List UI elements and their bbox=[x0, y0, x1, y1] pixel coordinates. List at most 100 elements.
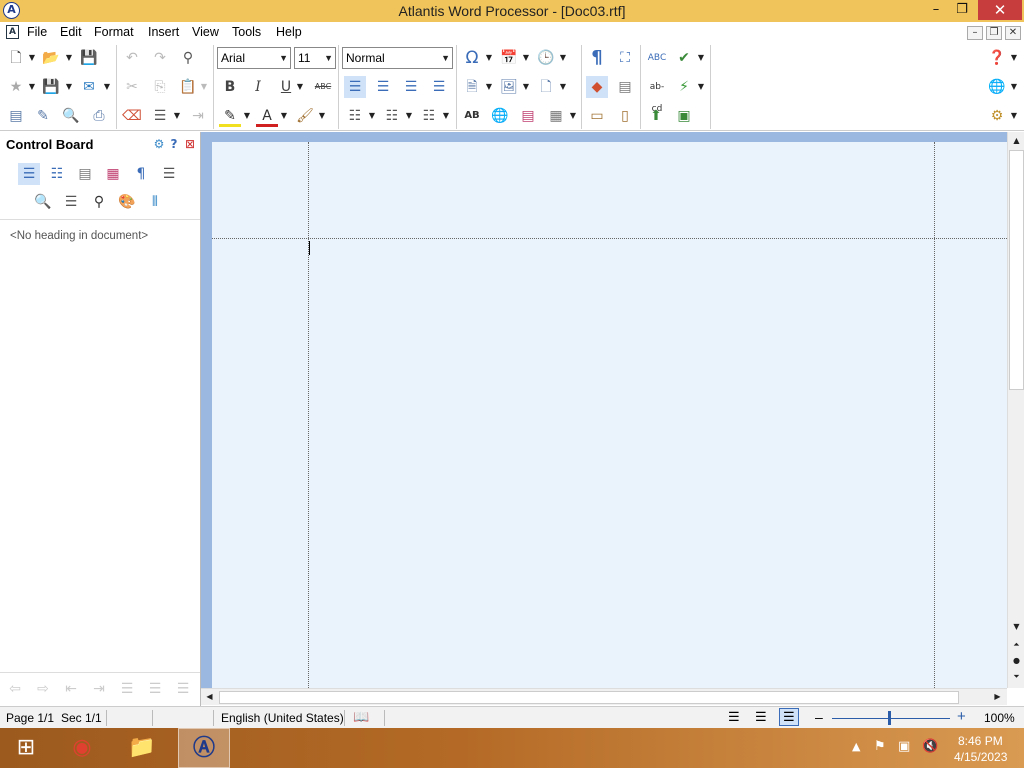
normal-view-icon[interactable]: ☰ bbox=[728, 709, 740, 725]
insert-page-icon[interactable]: 🗋 bbox=[535, 76, 557, 98]
underline-button[interactable]: U bbox=[275, 76, 297, 98]
zoom-slider-thumb[interactable] bbox=[888, 711, 891, 725]
insert-symbol-button[interactable]: Ω bbox=[461, 47, 483, 69]
indent-icon[interactable]: ⇥ bbox=[187, 105, 209, 127]
web-update-icon[interactable]: 🌐 bbox=[986, 76, 1008, 98]
multilevel-list-dropdown-icon[interactable]: ▼ bbox=[442, 105, 450, 127]
promote-heading-icon[interactable]: ⇤ bbox=[60, 678, 82, 700]
menu-edit[interactable]: Edit bbox=[60, 25, 82, 39]
underline-dropdown-icon[interactable]: ▼ bbox=[296, 76, 304, 98]
mdi-restore-button[interactable]: ❐ bbox=[986, 26, 1002, 40]
email-dropdown-icon[interactable]: ▼ bbox=[103, 76, 111, 98]
minimize-button[interactable]: – bbox=[924, 0, 948, 20]
zoom-document-icon[interactable]: 🔍 bbox=[60, 105, 82, 127]
action-center-flag-icon[interactable]: ⚑ bbox=[874, 739, 886, 754]
insert-time-icon[interactable]: 🕒 bbox=[535, 47, 557, 69]
print-icon[interactable]: ⎙ bbox=[88, 105, 110, 127]
bullet-list-dropdown-icon[interactable]: ▼ bbox=[368, 105, 376, 127]
horizontal-scrollbar[interactable]: ◀ ▶ bbox=[201, 688, 1007, 705]
language-indicator[interactable]: English (United States) bbox=[221, 711, 344, 725]
insert-page-dropdown-icon[interactable]: ▼ bbox=[559, 76, 567, 98]
multilevel-list-icon[interactable]: ☷ bbox=[418, 105, 440, 127]
page-view-icon[interactable]: ☰ bbox=[779, 708, 799, 726]
insert-table-dropdown-icon[interactable]: ▼ bbox=[569, 105, 577, 127]
align-center-icon[interactable]: ☰ bbox=[372, 76, 394, 98]
clipboard-items-icon[interactable]: ⫴ bbox=[144, 191, 166, 213]
favorites-star-icon[interactable]: ★ bbox=[5, 76, 27, 98]
insert-table-icon[interactable]: ▦ bbox=[545, 105, 567, 127]
format-painter-icon[interactable]: 🖌 bbox=[294, 105, 316, 127]
atlantis-taskbar-icon[interactable]: Ⓐ bbox=[178, 728, 230, 768]
bookmarks-list-icon[interactable]: ▦ bbox=[102, 163, 124, 185]
start-windows-icon[interactable]: ⊞ bbox=[0, 728, 52, 768]
format-painter-dropdown-icon[interactable]: ▼ bbox=[318, 105, 326, 127]
new-document-icon[interactable]: 🗋 bbox=[5, 47, 27, 69]
menu-help[interactable]: Help bbox=[276, 25, 302, 39]
style-combo[interactable]: Normal ▼ bbox=[342, 47, 453, 69]
options-gear-icon[interactable]: ⚙ bbox=[986, 105, 1008, 127]
network-icon[interactable]: ▣ bbox=[898, 739, 910, 754]
draft-view-icon[interactable]: ▤ bbox=[614, 76, 636, 98]
zoom-in-button[interactable]: + bbox=[957, 708, 966, 725]
export-ebook-icon[interactable]: ⬆ bbox=[645, 105, 667, 127]
insert-file-dropdown-icon[interactable]: ▼ bbox=[485, 76, 493, 98]
autocorrect-dropdown-icon[interactable]: ▼ bbox=[697, 47, 705, 69]
print-preview-icon[interactable]: ▤ bbox=[5, 105, 27, 127]
find-magnifier-icon[interactable]: 🔍 bbox=[32, 191, 54, 213]
insert-bookmark-icon[interactable]: ▤ bbox=[517, 105, 539, 127]
favorites-dropdown-icon[interactable]: ▼ bbox=[28, 76, 36, 98]
save-icon[interactable]: 💾 bbox=[78, 47, 100, 69]
chrome-browser-icon[interactable]: ◉ bbox=[56, 728, 108, 768]
show-hidden-icons-icon[interactable]: ▲ bbox=[852, 740, 860, 753]
restore-button[interactable]: ❐ bbox=[950, 0, 974, 20]
save-as-icon[interactable]: 💾 bbox=[40, 76, 62, 98]
paste-icon[interactable]: 📋 bbox=[177, 76, 199, 98]
ruler-vertical-icon[interactable]: ▯ bbox=[614, 105, 636, 127]
help-dropdown-icon[interactable]: ▼ bbox=[1010, 47, 1018, 69]
strikethrough-button[interactable]: ABC bbox=[311, 76, 335, 98]
styles-icon[interactable]: ¶ bbox=[130, 163, 152, 185]
open-dropdown-icon[interactable]: ▼ bbox=[65, 47, 73, 69]
font-color-dropdown-icon[interactable]: ▼ bbox=[280, 105, 288, 127]
ruler-horizontal-icon[interactable]: ▭ bbox=[586, 105, 608, 127]
autocorrect-icon[interactable]: ✔ bbox=[673, 47, 695, 69]
show-formatting-button[interactable]: ¶ bbox=[586, 47, 608, 69]
web-view-icon[interactable]: ☰ bbox=[755, 709, 767, 725]
align-right-icon[interactable]: ☰ bbox=[400, 76, 422, 98]
scroll-left-icon[interactable]: ◀ bbox=[201, 690, 218, 704]
menu-view[interactable]: View bbox=[192, 25, 219, 39]
web-update-dropdown-icon[interactable]: ▼ bbox=[1010, 76, 1018, 98]
vertical-scroll-thumb[interactable] bbox=[1009, 150, 1024, 390]
collapse-icon[interactable]: ☰ bbox=[172, 678, 194, 700]
insert-date-icon[interactable]: 📅 bbox=[498, 47, 520, 69]
numbered-list-dropdown-icon[interactable]: ▼ bbox=[405, 105, 413, 127]
scroll-right-icon[interactable]: ▶ bbox=[989, 690, 1006, 704]
scroll-up-icon[interactable]: ▲ bbox=[1008, 134, 1024, 148]
headings-list-icon[interactable]: ☷ bbox=[46, 163, 68, 185]
cut-icon[interactable]: ✂ bbox=[121, 76, 143, 98]
spell-book-icon[interactable]: 📖 bbox=[353, 709, 369, 725]
clock-time[interactable]: 8:46 PM bbox=[958, 734, 1003, 748]
close-button[interactable]: ✕ bbox=[978, 0, 1022, 20]
document-page[interactable] bbox=[212, 142, 1007, 688]
navigator-icon[interactable]: ☰ bbox=[18, 163, 40, 185]
page-layout-icon[interactable]: ◆ bbox=[586, 76, 608, 98]
binoculars-icon[interactable]: ⚲ bbox=[88, 191, 110, 213]
numbered-list-icon[interactable]: ☷ bbox=[381, 105, 403, 127]
email-icon[interactable]: ✉ bbox=[78, 76, 100, 98]
symbol-dropdown-icon[interactable]: ▼ bbox=[485, 47, 493, 69]
file-explorer-icon[interactable]: 📁 bbox=[116, 728, 168, 768]
menu-format[interactable]: Format bbox=[94, 25, 134, 39]
align-left-icon[interactable]: ☰ bbox=[344, 76, 366, 98]
hyphenation-button[interactable]: ab-cd bbox=[645, 76, 669, 114]
zoom-slider-track[interactable] bbox=[832, 718, 950, 719]
binoculars-find-icon[interactable]: ⚲ bbox=[177, 47, 199, 69]
hyperlink-globe-icon[interactable]: 🌐 bbox=[489, 105, 511, 127]
scroll-down-icon[interactable]: ▼ bbox=[1008, 620, 1024, 634]
mdi-close-button[interactable]: ✕ bbox=[1005, 26, 1021, 40]
undo-icon[interactable]: ↶ bbox=[121, 47, 143, 69]
copy-icon[interactable]: ⎘ bbox=[149, 76, 171, 98]
time-dropdown-icon[interactable]: ▼ bbox=[559, 47, 567, 69]
bold-button[interactable]: B bbox=[219, 76, 241, 98]
font-size-combo[interactable]: 11 ▼ bbox=[294, 47, 336, 69]
